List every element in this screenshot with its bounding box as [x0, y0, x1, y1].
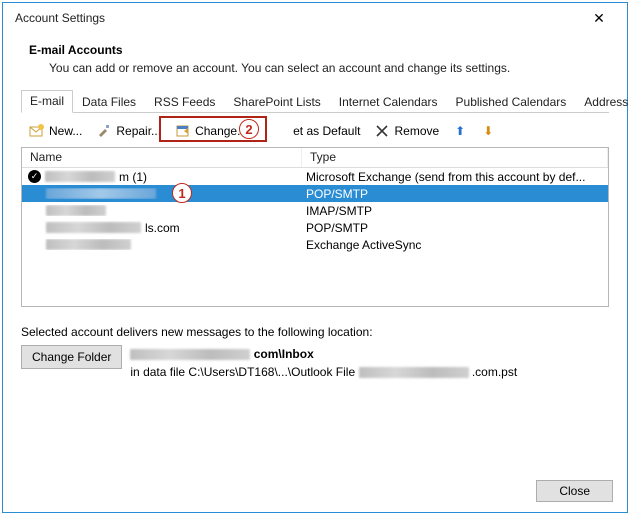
- delivery-text: com\Inbox in data file C:\Users\DT168\..…: [130, 345, 517, 381]
- window-title: Account Settings: [11, 11, 579, 25]
- redacted-text: [46, 205, 106, 216]
- tab-email[interactable]: E-mail: [21, 90, 73, 113]
- tab-rss-feeds[interactable]: RSS Feeds: [145, 91, 224, 113]
- titlebar: Account Settings ✕: [3, 3, 627, 33]
- tab-sharepoint-lists[interactable]: SharePoint Lists: [224, 91, 329, 113]
- close-button[interactable]: Close: [536, 480, 613, 502]
- account-row[interactable]: ls.com POP/SMTP: [22, 219, 608, 236]
- toolbar: New... Repair... Change... 2 et as Defau…: [21, 113, 609, 147]
- new-label: New...: [49, 124, 82, 138]
- account-settings-window: Account Settings ✕ E-mail Accounts You c…: [2, 2, 628, 513]
- col-header-type[interactable]: Type: [302, 148, 608, 167]
- col-header-name[interactable]: Name: [22, 148, 302, 167]
- row-type: POP/SMTP: [302, 187, 608, 201]
- row-type: Exchange ActiveSync: [302, 238, 608, 252]
- redacted-text: [46, 188, 156, 199]
- row-name-suffix: m (1): [119, 170, 147, 184]
- redacted-text: [46, 239, 131, 250]
- change-icon: [175, 123, 191, 139]
- tab-internet-calendars[interactable]: Internet Calendars: [330, 91, 447, 113]
- redacted-text: [46, 222, 141, 233]
- default-check-icon: [28, 170, 41, 183]
- row-type: POP/SMTP: [302, 221, 608, 235]
- account-row-selected[interactable]: POP/SMTP 1: [22, 185, 608, 202]
- section-subheading: You can add or remove an account. You ca…: [49, 61, 609, 75]
- account-row[interactable]: IMAP/SMTP: [22, 202, 608, 219]
- list-header: Name Type: [22, 148, 608, 168]
- repair-button[interactable]: Repair...: [90, 121, 167, 141]
- row-type: IMAP/SMTP: [302, 204, 608, 218]
- row-type: Microsoft Exchange (send from this accou…: [302, 170, 608, 184]
- delivery-label: Selected account delivers new messages t…: [21, 325, 609, 339]
- change-folder-button[interactable]: Change Folder: [21, 345, 122, 369]
- redacted-text: [45, 171, 115, 182]
- delivery-row: Change Folder com\Inbox in data file C:\…: [21, 345, 609, 381]
- list-rows: m (1) Microsoft Exchange (send from this…: [22, 168, 608, 306]
- arrow-down-icon: ⬇: [481, 124, 495, 138]
- tab-published-calendars[interactable]: Published Calendars: [447, 91, 576, 113]
- move-down-button[interactable]: ⬇: [475, 122, 501, 140]
- delivery-datafile-prefix: in data file C:\Users\DT168\...\Outlook …: [130, 365, 355, 379]
- mail-new-icon: [29, 123, 45, 139]
- section-heading: E-mail Accounts: [29, 43, 609, 57]
- arrow-up-icon: ⬆: [453, 124, 467, 138]
- tab-address-books[interactable]: Address Books: [575, 91, 630, 113]
- remove-button[interactable]: Remove: [368, 121, 445, 141]
- repair-label: Repair...: [116, 124, 161, 138]
- callout-two: 2: [239, 119, 259, 139]
- row-name-suffix: ls.com: [145, 221, 180, 235]
- repair-icon: [96, 123, 112, 139]
- delivery-path: com\Inbox: [254, 347, 314, 361]
- remove-label: Remove: [394, 124, 439, 138]
- set-default-label: et as Default: [293, 124, 360, 138]
- tab-data-files[interactable]: Data Files: [73, 91, 145, 113]
- delivery-datafile-suffix: .com.pst: [472, 365, 517, 379]
- footer: Close: [3, 470, 627, 512]
- accounts-list[interactable]: Name Type m (1) Microsoft Exchange (send…: [21, 147, 609, 307]
- account-row[interactable]: Exchange ActiveSync: [22, 236, 608, 253]
- remove-icon: [374, 123, 390, 139]
- tab-strip: E-mail Data Files RSS Feeds SharePoint L…: [21, 91, 609, 113]
- close-icon[interactable]: ✕: [579, 3, 619, 33]
- content-area: E-mail Accounts You can add or remove an…: [3, 33, 627, 470]
- redacted-text: [130, 349, 250, 360]
- new-button[interactable]: New...: [23, 121, 88, 141]
- redacted-text: [359, 367, 469, 378]
- callout-one: 1: [172, 183, 192, 203]
- move-up-button[interactable]: ⬆: [447, 122, 473, 140]
- account-row[interactable]: m (1) Microsoft Exchange (send from this…: [22, 168, 608, 185]
- set-default-button[interactable]: et as Default: [287, 122, 366, 140]
